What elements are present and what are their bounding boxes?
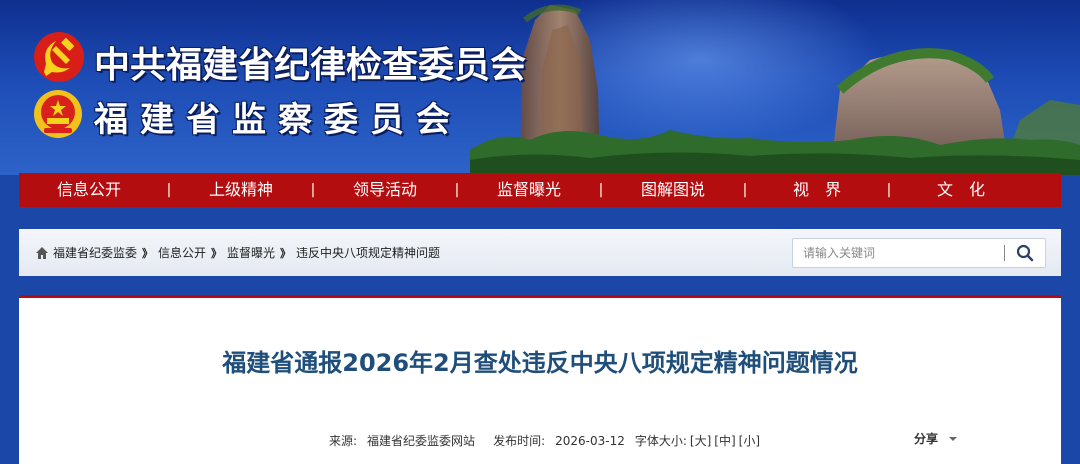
date-label: 发布时间: xyxy=(493,434,546,448)
breadcrumb-item-info-disclosure[interactable]: 信息公开 xyxy=(158,244,206,261)
breadcrumb-separator: 》 xyxy=(211,246,223,260)
breadcrumb-item-home[interactable]: 福建省纪委监委 xyxy=(53,244,137,261)
article-meta: 来源: 福建省纪委监委网站 发布时间: 2026-03-12 字体大小: [大]… xyxy=(329,432,760,449)
search-button[interactable] xyxy=(1005,239,1045,267)
nav-separator: | xyxy=(310,182,316,198)
article-title: 福建省通报2026年2月查处违反中央八项规定精神问题情况 xyxy=(222,349,858,377)
nav-item-supervision-exposure[interactable]: 监督曝光 xyxy=(467,173,591,207)
breadcrumb-bar: 福建省纪委监委 》 信息公开 》 监督曝光 》 违反中央八项规定精神问题 xyxy=(19,229,1061,276)
site-title-secondary: 福建省监察委员会 xyxy=(94,100,462,140)
site-title-primary: 中共福建省纪律检查委员会 xyxy=(94,45,527,86)
main-nav: 信息公开 | 上级精神 | 领导活动 | 监督曝光 | 图解图说 | 视 界 |… xyxy=(19,173,1061,207)
nav-item-leadership-activities[interactable]: 领导活动 xyxy=(323,173,447,207)
forest xyxy=(470,130,1080,175)
search-icon xyxy=(1016,244,1034,262)
nav-item-superior-spirit[interactable]: 上级精神 xyxy=(179,173,303,207)
publish-date: 2026-03-12 xyxy=(555,433,625,448)
font-size-large-button[interactable]: [大] xyxy=(690,432,711,449)
font-size-label: 字体大小: xyxy=(634,434,687,448)
share-button[interactable]: 分享 xyxy=(914,430,958,447)
breadcrumb-separator: 》 xyxy=(280,246,292,260)
nav-separator: | xyxy=(598,182,604,198)
header-banner: 中共福建省纪律检查委员会 福建省监察委员会 xyxy=(0,0,1080,175)
breadcrumb: 福建省纪委监委 》 信息公开 》 监督曝光 》 违反中央八项规定精神问题 xyxy=(35,229,440,276)
search-box xyxy=(792,238,1046,268)
breadcrumb-item-eight-rules[interactable]: 违反中央八项规定精神问题 xyxy=(296,244,440,261)
font-size-medium-button[interactable]: [中] xyxy=(714,432,735,449)
nav-item-culture[interactable]: 文 化 xyxy=(899,173,1023,207)
nav-item-vision[interactable]: 视 界 xyxy=(755,173,879,207)
national-emblem-icon xyxy=(34,90,82,138)
nav-item-infographics[interactable]: 图解图说 xyxy=(611,173,735,207)
nav-item-info-disclosure[interactable]: 信息公开 xyxy=(19,173,159,207)
chevron-down-icon xyxy=(949,436,958,441)
nav-separator: | xyxy=(742,182,748,198)
nav-separator: | xyxy=(166,182,172,198)
breadcrumb-item-supervision-exposure[interactable]: 监督曝光 xyxy=(227,244,275,261)
nav-separator: | xyxy=(454,182,460,198)
source-value: 福建省纪委监委网站 xyxy=(367,434,476,448)
share-label: 分享 xyxy=(914,432,939,446)
search-input[interactable] xyxy=(793,239,1005,267)
breadcrumb-separator: 》 xyxy=(142,246,154,260)
home-icon[interactable] xyxy=(35,246,49,260)
nav-separator: | xyxy=(886,182,892,198)
party-emblem-icon xyxy=(34,32,84,82)
article-panel: 福建省通报2026年2月查处违反中央八项规定精神问题情况 来源: 福建省纪委监委… xyxy=(19,295,1061,464)
font-size-small-button[interactable]: [小] xyxy=(739,432,760,449)
source-label: 来源: xyxy=(329,434,358,448)
